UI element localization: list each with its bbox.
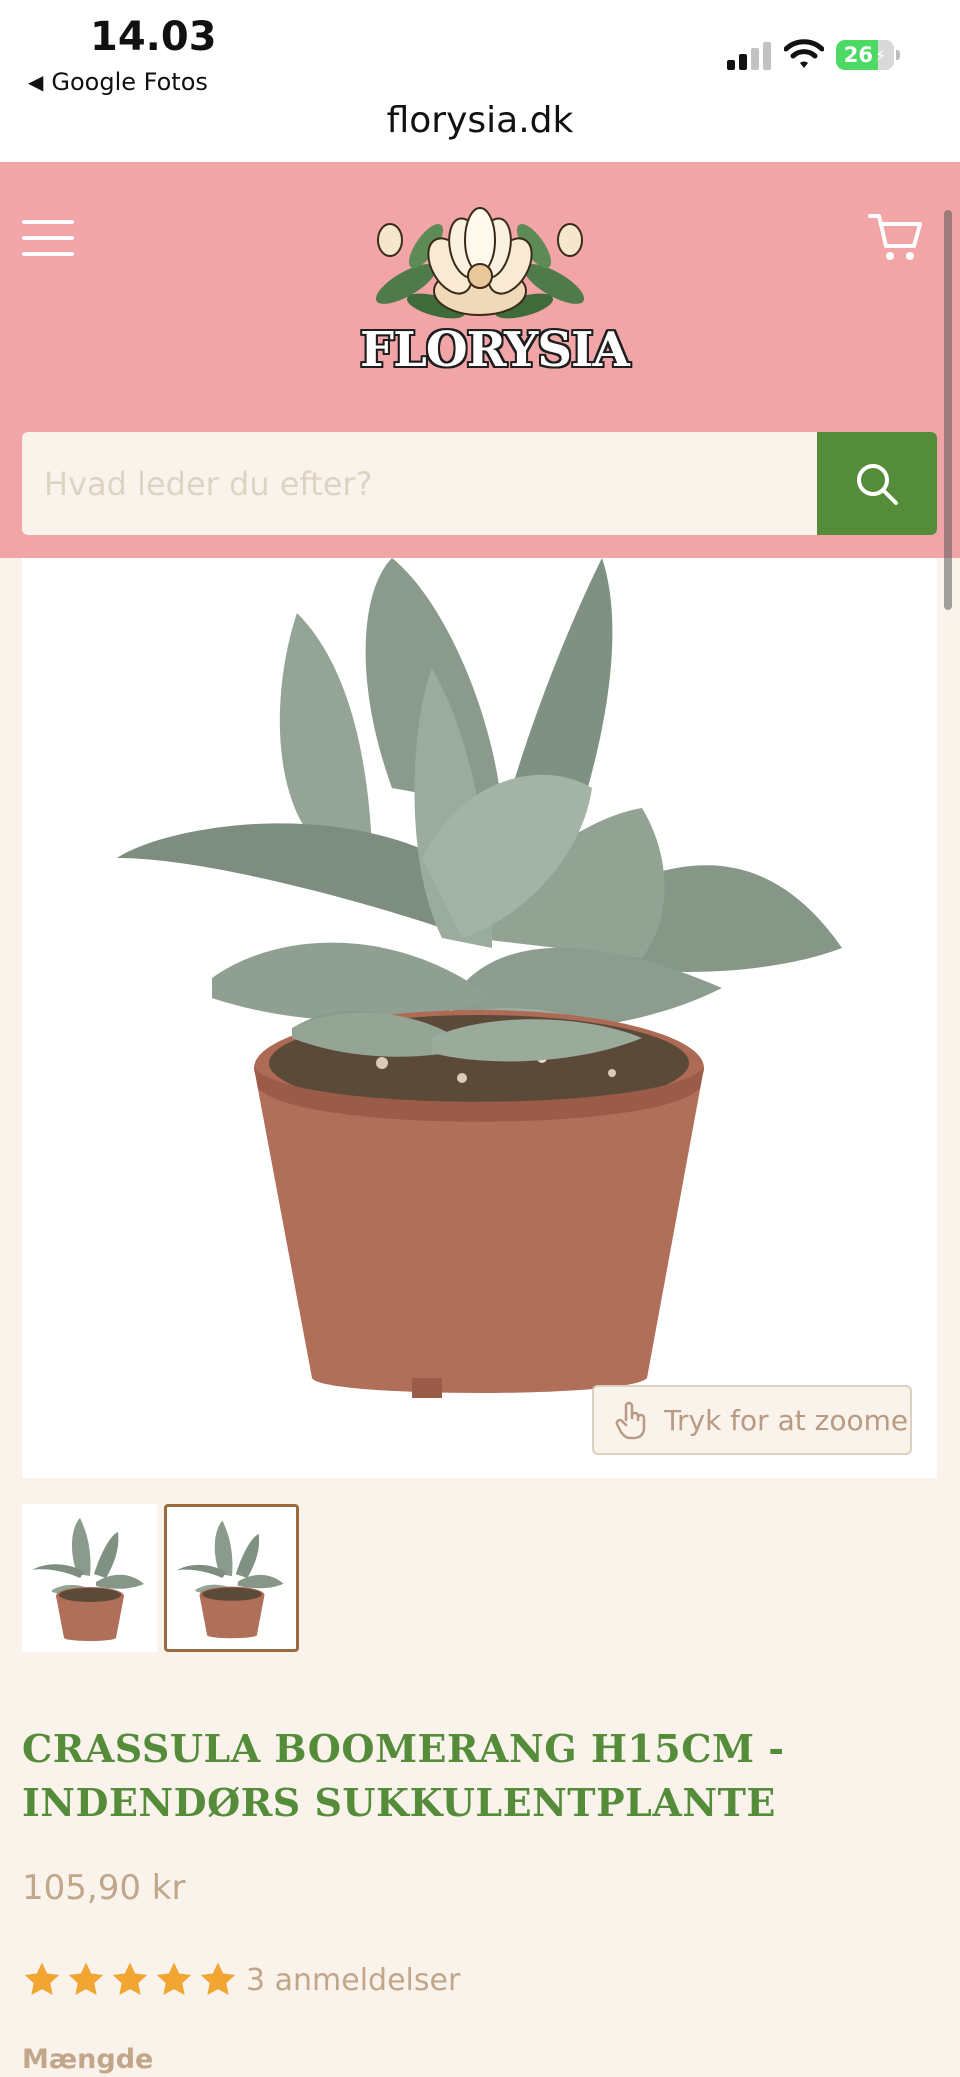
search-input[interactable] xyxy=(44,464,817,503)
site-logo[interactable]: FLORYSIA xyxy=(360,196,630,386)
product-main-image[interactable] xyxy=(22,558,937,1478)
star-icon xyxy=(24,1962,60,1995)
succulent-plant-image xyxy=(117,558,842,1398)
search-icon xyxy=(857,463,898,505)
tap-hand-icon xyxy=(615,1401,646,1440)
thumbnail-plant-image xyxy=(176,1520,284,1639)
cart-icon[interactable] xyxy=(866,206,926,266)
zoom-label: Tryk for at zoome xyxy=(664,1403,909,1437)
search-field[interactable] xyxy=(22,432,817,535)
signal-icon xyxy=(727,42,771,70)
back-to-app-link[interactable]: ◀ Google Fotos xyxy=(28,68,208,96)
status-bar: 14.03 ◀ Google Fotos 26 ⚡ florysia.dk xyxy=(0,0,960,162)
site-header: FLORYSIA xyxy=(0,162,960,558)
thumbnail-2-selected[interactable] xyxy=(164,1504,299,1652)
back-caret-icon: ◀ xyxy=(28,70,44,94)
menu-icon[interactable] xyxy=(22,220,74,260)
zoom-button[interactable]: Tryk for at zoome xyxy=(592,1385,912,1455)
page-scrollbar[interactable] xyxy=(944,210,952,610)
battery-icon: 26 ⚡ xyxy=(836,40,900,70)
thumbnail-1[interactable] xyxy=(22,1504,157,1652)
star-icon xyxy=(156,1962,192,1995)
status-time: 14.03 xyxy=(90,14,217,60)
logo-flower-mark xyxy=(375,207,585,319)
star-icon xyxy=(68,1962,104,1995)
search-button[interactable] xyxy=(817,432,937,535)
address-bar-url[interactable]: florysia.dk xyxy=(0,100,960,141)
quantity-label: Mængde xyxy=(22,2044,154,2075)
logo-wordmark: FLORYSIA xyxy=(360,322,630,378)
product-title: CRASSULA BOOMERANG H15CM - INDENDØRS SUK… xyxy=(22,1726,785,1825)
product-rating[interactable]: 3 anmeldelser xyxy=(22,1960,460,2000)
back-app-label: Google Fotos xyxy=(51,68,208,96)
thumbnail-plant-image xyxy=(32,1518,144,1641)
product-price: 105,90 kr xyxy=(22,1868,186,1908)
wifi-icon xyxy=(784,39,824,68)
review-count-link[interactable]: 3 anmeldelser xyxy=(246,1963,460,1998)
star-icon xyxy=(200,1962,236,1995)
battery-level: 26 xyxy=(843,43,873,67)
star-icon xyxy=(112,1962,148,1995)
